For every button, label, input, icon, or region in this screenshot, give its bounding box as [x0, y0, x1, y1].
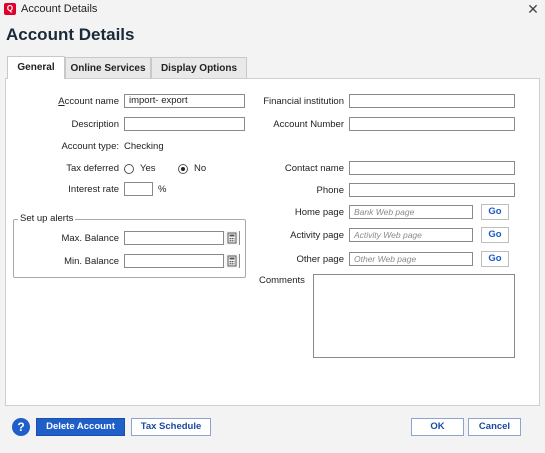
ok-button[interactable]: OK — [411, 418, 464, 436]
page-title: Account Details — [6, 25, 135, 44]
comments-label: Comments — [259, 275, 305, 286]
account-number-label: Account Number — [273, 119, 344, 130]
phone-label: Phone — [316, 185, 344, 196]
calculator-icon[interactable] — [223, 254, 239, 268]
other-page-go-button[interactable]: Go — [481, 251, 509, 267]
tab-display-options[interactable]: Display Options — [151, 57, 247, 78]
financial-institution-input[interactable] — [349, 94, 515, 108]
other-page-label: Other page — [296, 254, 344, 265]
home-page-input[interactable]: Bank Web page — [349, 205, 473, 219]
other-page-input[interactable]: Other Web page — [349, 252, 473, 266]
max-balance-label: Max. Balance — [61, 233, 119, 244]
account-name-label-text: ccount name — [64, 96, 119, 107]
phone-input[interactable] — [349, 183, 515, 197]
contact-name-input[interactable] — [349, 161, 515, 175]
tax-no-label[interactable]: No — [194, 162, 206, 176]
activity-page-go-button[interactable]: Go — [481, 227, 509, 243]
home-page-label: Home page — [294, 207, 344, 218]
tax-no-radio[interactable] — [178, 164, 188, 174]
account-name-input[interactable]: import- export — [124, 94, 245, 108]
calculator-icon[interactable] — [223, 231, 239, 245]
alerts-group — [13, 219, 246, 278]
tab-online-services[interactable]: Online Services — [65, 57, 151, 78]
help-icon[interactable]: ? — [12, 418, 30, 436]
window-title: Account Details — [21, 3, 98, 15]
tax-deferred-label: Tax deferred — [66, 163, 119, 174]
account-number-input[interactable] — [349, 117, 515, 131]
description-input[interactable] — [124, 117, 245, 131]
account-name-label: Account name — [58, 96, 119, 107]
app-icon: Q — [4, 3, 16, 15]
percent-sign: % — [158, 184, 167, 195]
account-type-value: Checking — [124, 141, 164, 152]
close-icon[interactable]: ✕ — [524, 0, 542, 18]
description-label: Description — [71, 119, 119, 130]
interest-rate-input[interactable] — [124, 182, 153, 196]
account-type-label: Account type: — [61, 141, 119, 152]
activity-page-label: Activity page — [290, 230, 344, 241]
activity-page-input[interactable]: Activity Web page — [349, 228, 473, 242]
alerts-group-title: Set up alerts — [18, 212, 76, 226]
cancel-button[interactable]: Cancel — [468, 418, 521, 436]
financial-institution-label: Financial institution — [263, 96, 344, 107]
interest-rate-label: Interest rate — [68, 184, 119, 195]
tax-yes-radio[interactable] — [124, 164, 134, 174]
min-balance-label: Min. Balance — [64, 256, 119, 267]
home-page-go-button[interactable]: Go — [481, 204, 509, 220]
comments-textarea[interactable] — [313, 274, 515, 358]
delete-account-button[interactable]: Delete Account — [36, 418, 125, 436]
tax-schedule-button[interactable]: Tax Schedule — [131, 418, 211, 436]
contact-name-label: Contact name — [284, 163, 344, 174]
tax-yes-label[interactable]: Yes — [140, 162, 156, 176]
tab-general[interactable]: General — [7, 56, 65, 79]
